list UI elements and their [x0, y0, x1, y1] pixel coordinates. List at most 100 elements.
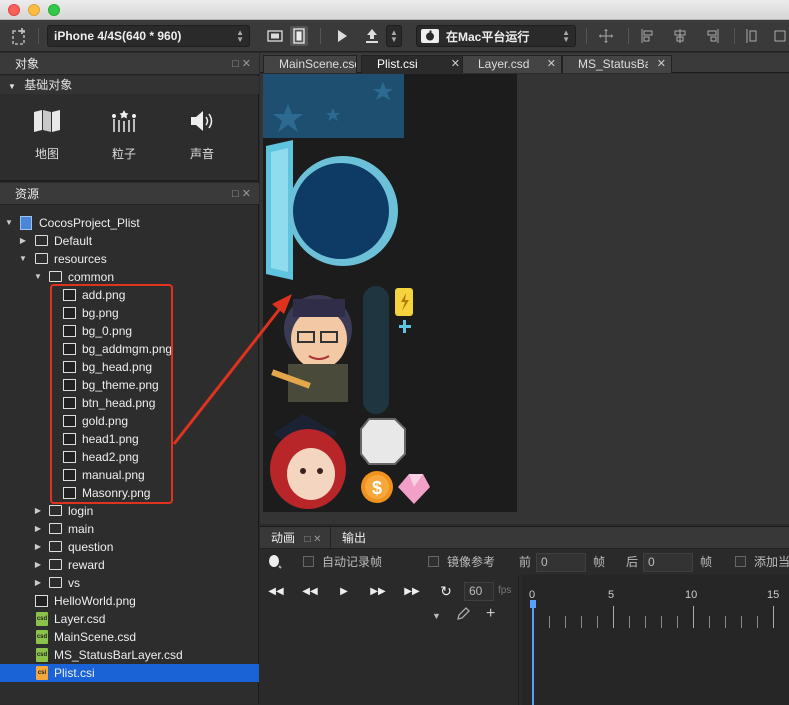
next-frame-icon[interactable]: ▶▶ — [366, 583, 390, 600]
main-toolbar: iPhone 4/4S(640 * 960) ▲ ▼ ▲ ▼ 在Mac平台运行 ▲ ▼ — [0, 20, 789, 52]
expand-triangle-icon[interactable]: ▼ — [18, 250, 28, 268]
particle-icon — [94, 105, 154, 137]
previous-frame-icon[interactable]: ◀◀ — [298, 583, 322, 600]
sprite-canvas[interactable]: $ — [172, 74, 789, 524]
dropdown-triangle-icon[interactable]: ▼ — [432, 611, 441, 621]
tree-item-project[interactable]: ▼ CocosProject_Plist — [0, 214, 259, 232]
panel-window-icons[interactable]: □ ✕ — [232, 183, 251, 205]
loop-icon[interactable]: ↻ — [434, 583, 458, 600]
tab-label: Layer.csd — [478, 57, 530, 71]
after-frames-value: 0 — [648, 555, 655, 569]
particle-object-button[interactable]: 粒子 — [94, 105, 154, 162]
tab-mainscene[interactable]: MainScene.csd — [263, 55, 357, 73]
before-frames-input[interactable]: 0 — [536, 553, 586, 572]
align-middle-icon[interactable] — [772, 26, 788, 46]
new-project-icon[interactable] — [10, 26, 30, 46]
publish-options-chevron-icon[interactable]: ▲ ▼ — [386, 25, 402, 47]
close-tab-icon[interactable]: ✕ — [657, 56, 666, 73]
tree-item-folder[interactable]: ▶ Default — [0, 232, 259, 250]
align-left-icon[interactable] — [638, 26, 658, 46]
tab-animation[interactable]: 动画 □ ✕ — [271, 527, 322, 549]
tree-item-folder[interactable]: ▶ reward — [0, 556, 259, 574]
tree-item-csd[interactable]: csd Layer.csd — [0, 610, 259, 628]
objects-panel-title: 对象 — [15, 57, 40, 71]
fps-input[interactable]: 60 — [464, 582, 494, 601]
tab-label: MS_StatusBarLayer.csd — [578, 57, 648, 71]
expand-triangle-icon[interactable]: ▼ — [33, 268, 43, 286]
portrait-orientation-icon[interactable] — [290, 26, 308, 46]
expand-triangle-icon[interactable]: ▶ — [33, 556, 43, 574]
auto-record-option[interactable]: 自动记录帧 — [303, 553, 382, 571]
expand-triangle-icon[interactable]: ▼ — [4, 214, 14, 232]
csd-file-icon: csd — [36, 648, 48, 662]
expand-triangle-icon[interactable]: ▶ — [33, 574, 43, 592]
basic-objects-section[interactable]: ▼ 基础对象 — [0, 76, 259, 94]
tab-layer[interactable]: Layer.csd ✕ — [462, 55, 562, 73]
before-label: 前 — [519, 555, 532, 569]
tab-plist[interactable]: Plist.csi ✕ — [361, 55, 466, 73]
run-target-select[interactable]: 在Mac平台运行 ▲ ▼ — [416, 25, 576, 47]
sound-object-button[interactable]: 声音 — [172, 105, 232, 162]
tree-item-folder[interactable]: ▶ login — [0, 502, 259, 520]
align-center-icon[interactable] — [670, 26, 690, 46]
panel-window-icons[interactable]: □ ✕ — [232, 53, 251, 75]
playhead[interactable] — [530, 600, 536, 608]
close-window-button[interactable] — [8, 4, 20, 16]
tree-item-label: vs — [68, 576, 80, 590]
go-to-start-icon[interactable]: ◀◀ — [264, 583, 288, 600]
expand-triangle-icon[interactable]: ▶ — [18, 232, 28, 250]
tree-item-label: MainScene.csd — [54, 630, 137, 644]
move-icon[interactable] — [596, 26, 616, 46]
add-current-checkbox[interactable] — [735, 556, 746, 567]
map-object-button[interactable]: 地图 — [17, 105, 77, 162]
tab-ms-statusbar[interactable]: MS_StatusBarLayer.csd ✕ — [562, 55, 672, 73]
folder-icon — [49, 505, 62, 516]
tree-item-folder[interactable]: ▶ question — [0, 538, 259, 556]
onion-skin-option[interactable]: 镜像参考 — [428, 553, 495, 571]
chevron-updown-icon: ▲ ▼ — [562, 28, 570, 44]
panel-window-icons[interactable]: □ ✕ — [304, 534, 321, 545]
play-icon[interactable] — [332, 26, 352, 46]
play-animation-icon[interactable]: ▶ — [332, 583, 356, 600]
sound-object-label: 声音 — [189, 147, 214, 161]
close-tab-icon[interactable]: ✕ — [547, 56, 556, 73]
add-current-option[interactable]: 添加当 — [735, 553, 789, 571]
portrait-landscape-icon[interactable] — [266, 26, 286, 46]
csd-file-icon: csd — [36, 612, 48, 626]
image-file-icon — [35, 595, 48, 607]
align-top-icon[interactable] — [744, 26, 760, 46]
tree-item-csd[interactable]: csd MS_StatusBarLayer.csd — [0, 646, 259, 664]
pencil-icon[interactable] — [456, 607, 470, 624]
align-right-icon[interactable] — [702, 26, 722, 46]
tree-item-csi-selected[interactable]: csi Plist.csi — [0, 664, 259, 682]
timeline-ruler[interactable]: 0 5 10 15 — [522, 575, 789, 705]
onion-skin-checkbox[interactable] — [428, 556, 439, 567]
tree-item-folder[interactable]: ▼ resources — [0, 250, 259, 268]
publish-icon[interactable] — [360, 26, 384, 46]
objects-panel-header: 对象 □ ✕ — [0, 53, 259, 75]
tree-item-label: question — [68, 540, 114, 554]
minimize-window-button[interactable] — [28, 4, 40, 16]
timeline-tick-label: 15 — [767, 589, 780, 601]
add-keyframe-icon[interactable] — [268, 554, 282, 570]
tree-item-folder[interactable]: ▶ main — [0, 520, 259, 538]
tab-output[interactable]: 输出 — [342, 527, 366, 549]
expand-triangle-icon[interactable]: ▶ — [33, 520, 43, 538]
tree-item-image[interactable]: HelloWorld.png — [0, 592, 259, 610]
add-icon[interactable]: + — [486, 605, 495, 623]
device-select[interactable]: iPhone 4/4S(640 * 960) ▲ ▼ — [47, 25, 250, 47]
folder-icon — [49, 577, 62, 588]
run-target-value: 在Mac平台运行 — [446, 29, 530, 44]
map-icon — [17, 105, 77, 137]
tree-item-folder[interactable]: ▶ vs — [0, 574, 259, 592]
go-to-end-icon[interactable]: ▶▶ — [400, 583, 424, 600]
zoom-window-button[interactable] — [48, 4, 60, 16]
expand-triangle-icon[interactable]: ▶ — [33, 538, 43, 556]
tree-item-label: Plist.csi — [54, 666, 95, 680]
close-tab-icon[interactable]: ✕ — [451, 56, 460, 73]
tree-item-csd[interactable]: csd MainScene.csd — [0, 628, 259, 646]
after-frames-input[interactable]: 0 — [643, 553, 693, 572]
expand-triangle-icon[interactable]: ▶ — [33, 502, 43, 520]
auto-record-checkbox[interactable] — [303, 556, 314, 567]
animation-panel: 动画 □ ✕ 输出 自动记录帧 镜像参考 前 0 帧 后 0 帧 添加当 ◀◀ … — [260, 526, 789, 705]
